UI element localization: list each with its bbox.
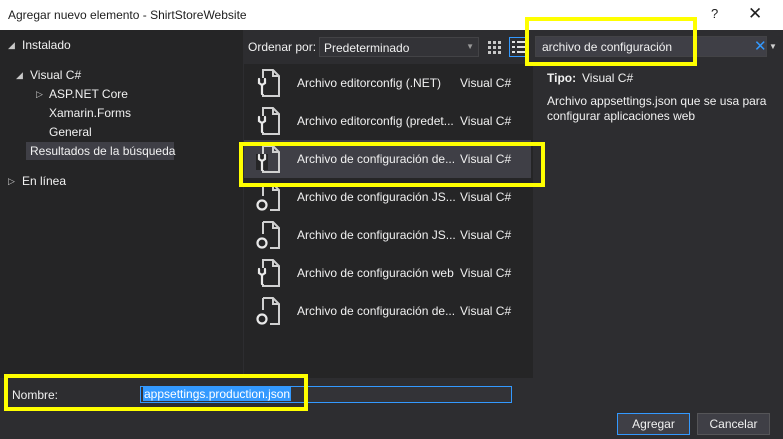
template-type: Visual C# — [460, 228, 512, 242]
template-list-item[interactable]: Archivo de configuración JS... Visual C# — [244, 216, 531, 254]
wrench-file-icon — [254, 68, 282, 98]
add-button[interactable]: Agregar — [617, 413, 690, 435]
tree-item-visual-csharp[interactable]: Visual C# — [30, 68, 81, 82]
type-value: Visual C# — [582, 71, 634, 85]
type-label: Tipo: — [547, 71, 577, 85]
tree-item-xamarin-forms[interactable]: Xamarin.Forms — [49, 106, 131, 120]
template-type: Visual C# — [460, 304, 512, 318]
name-field-value: appsettings.production.json — [143, 387, 292, 401]
template-type: Visual C# — [460, 190, 512, 204]
template-name: Archivo de configuración de... — [297, 304, 456, 318]
search-options-arrow-icon[interactable]: ▼ — [769, 42, 777, 51]
template-name: Archivo editorconfig (.NET) — [297, 76, 442, 90]
template-list-item[interactable]: Archivo editorconfig (.NET) Visual C# — [244, 64, 531, 102]
wrench-file-icon — [254, 258, 282, 288]
template-list-item[interactable]: Archivo de configuración de... Visual C# — [244, 292, 531, 330]
window-title: Agregar nuevo elemento - ShirtStoreWebsi… — [8, 8, 247, 22]
clear-search-icon[interactable]: ✕ — [754, 37, 767, 55]
sort-dropdown-value: Predeterminado — [324, 41, 410, 55]
template-type: Visual C# — [460, 114, 512, 128]
title-bar: Agregar nuevo elemento - ShirtStoreWebsi… — [0, 0, 783, 30]
template-name: Archivo editorconfig (predet... — [297, 114, 454, 128]
name-label: Nombre: — [12, 388, 59, 402]
close-button[interactable]: ✕ — [748, 4, 762, 24]
template-type: Visual C# — [460, 266, 512, 280]
help-button[interactable]: ? — [711, 6, 718, 21]
template-list-item[interactable]: Archivo editorconfig (predet... Visual C# — [244, 102, 531, 140]
list-view-button[interactable] — [509, 37, 528, 57]
wrench-file-icon — [254, 106, 282, 136]
dropdown-arrow-icon: ▼ — [466, 42, 474, 51]
category-tree-panel — [0, 30, 243, 378]
collapse-triangle-icon[interactable]: ◢ — [8, 40, 15, 51]
list-view-icon — [512, 41, 525, 53]
template-list: Archivo editorconfig (.NET) Visual C# Arch… — [244, 64, 533, 378]
cancel-button[interactable]: Cancelar — [697, 413, 770, 435]
expand-triangle-icon[interactable]: ▷ — [36, 89, 43, 100]
grid-view-icon[interactable] — [487, 39, 503, 55]
js-file-icon — [254, 220, 282, 250]
template-name: Archivo de configuración de... — [297, 152, 456, 166]
template-description: Archivo appsettings.json que se usa para… — [547, 94, 767, 123]
collapse-triangle-icon[interactable]: ◢ — [16, 70, 23, 81]
template-type: Visual C# — [460, 76, 512, 90]
tree-item-online[interactable]: En línea — [22, 174, 66, 188]
sort-by-label: Ordenar por: — [248, 40, 317, 54]
wrench-file-icon — [254, 144, 282, 174]
name-field[interactable]: appsettings.production.json — [140, 386, 512, 403]
template-name: Archivo de configuración JS... — [297, 228, 456, 242]
tree-item-aspnet-core[interactable]: ASP.NET Core — [49, 87, 128, 101]
template-list-item[interactable]: Archivo de configuración JS... Visual C# — [244, 178, 531, 216]
js-file-icon — [254, 182, 282, 212]
template-type: Visual C# — [460, 152, 512, 166]
tree-item-installed[interactable]: Instalado — [22, 38, 71, 52]
tree-item-general[interactable]: General — [49, 125, 92, 139]
template-name: Archivo de configuración web — [297, 266, 454, 280]
expand-triangle-icon[interactable]: ▷ — [8, 176, 15, 187]
template-list-item[interactable]: Archivo de configuración web Visual C# — [244, 254, 531, 292]
search-input-text: archivo de configuración — [542, 40, 673, 54]
search-input[interactable]: archivo de configuración ✕ — [535, 36, 767, 57]
sort-dropdown[interactable]: Predeterminado ▼ — [319, 37, 479, 57]
template-name: Archivo de configuración JS... — [297, 190, 456, 204]
template-list-item[interactable]: Archivo de configuración de... Visual C# — [244, 140, 531, 178]
tree-item-search-results[interactable]: Resultados de la búsqueda — [30, 144, 175, 158]
js-file-icon — [254, 296, 282, 326]
